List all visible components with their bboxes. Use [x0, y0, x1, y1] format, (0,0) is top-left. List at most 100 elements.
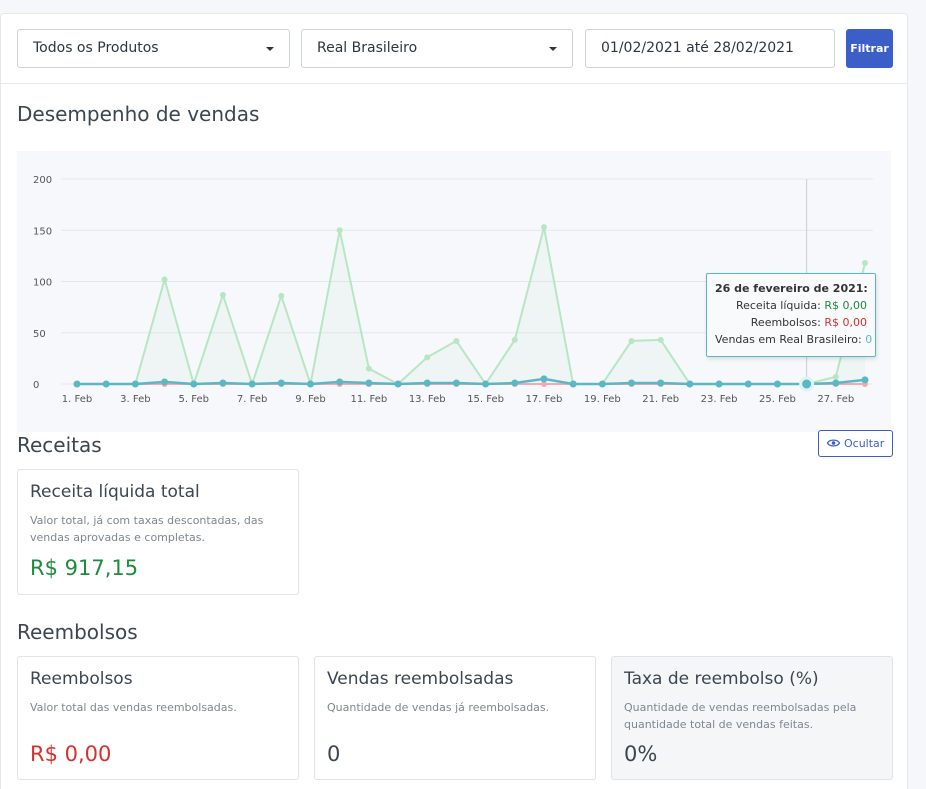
- revenue-section-title: Receitas: [17, 433, 102, 457]
- x-tick-label: 1. Feb: [62, 394, 92, 405]
- data-point: [628, 337, 635, 344]
- data-point: [161, 276, 168, 283]
- data-point: [832, 373, 839, 380]
- data-point: [540, 224, 547, 231]
- x-tick-label: 27. Feb: [817, 394, 854, 405]
- refunds-value: R$ 0,00: [30, 742, 112, 766]
- date-range-input[interactable]: 01/02/2021 até 28/02/2021: [585, 29, 835, 68]
- dashboard-panel: Todos os Produtos Real Brasileiro 01/02/…: [0, 13, 908, 789]
- data-point: [219, 379, 227, 387]
- x-tick-label: 13. Feb: [409, 394, 446, 405]
- x-tick-label: 19. Feb: [584, 394, 621, 405]
- data-point: [131, 380, 139, 388]
- refund-rate-card-description: Quantidade de vendas reembolsadas pela q…: [624, 701, 857, 731]
- refunded-sales-card-title: Vendas reembolsadas: [327, 669, 514, 689]
- refund-rate-value: 0%: [624, 742, 658, 766]
- x-tick-label: 3. Feb: [120, 394, 150, 405]
- net-revenue-card-description: Valor total, já com taxas descontadas, d…: [30, 514, 264, 544]
- data-point: [511, 336, 518, 343]
- data-point: [394, 380, 402, 388]
- data-point: [861, 376, 869, 384]
- data-point: [452, 379, 460, 387]
- data-point: [365, 379, 373, 387]
- tooltip-sales-label: Vendas em Real Brasileiro:: [715, 333, 862, 346]
- data-point: [598, 380, 606, 388]
- data-point: [423, 379, 431, 387]
- x-tick-label: 11. Feb: [350, 394, 387, 405]
- data-point: [278, 292, 285, 299]
- y-tick-label: 200: [33, 175, 52, 186]
- net-revenue-value: R$ 917,15: [30, 556, 139, 580]
- filter-bar: Todos os Produtos Real Brasileiro 01/02/…: [1, 14, 907, 84]
- data-point: [73, 380, 81, 388]
- data-point: [277, 379, 285, 387]
- data-point: [219, 291, 226, 298]
- eye-icon: [827, 439, 840, 447]
- data-point: [657, 379, 665, 387]
- y-tick-label: 50: [33, 329, 46, 340]
- data-point: [424, 354, 431, 361]
- data-point: [686, 380, 694, 388]
- data-point: [365, 365, 372, 372]
- product-select-value: Todos os Produtos: [33, 40, 159, 56]
- y-tick-label: 0: [33, 380, 39, 391]
- tooltip-net-revenue-value: R$ 0,00: [824, 299, 867, 312]
- data-point: [540, 375, 548, 383]
- refund-rate-card: Taxa de reembolso (%) Quantidade de vend…: [611, 656, 893, 780]
- x-tick-label: 15. Feb: [467, 394, 504, 405]
- x-tick-label: 7. Feb: [237, 394, 267, 405]
- tooltip-sales-value: 0: [865, 333, 873, 346]
- data-point: [306, 380, 314, 388]
- data-point: [715, 380, 723, 388]
- tooltip-refunds: Reembolsos: R$ 0,00: [715, 314, 867, 331]
- tooltip-refunds-label: Reembolsos:: [750, 316, 821, 329]
- data-point: [773, 380, 781, 388]
- chart-tooltip: 26 de fevereiro de 2021: Receita líquida…: [706, 273, 876, 357]
- net-revenue-card: Receita líquida total Valor total, já co…: [17, 469, 299, 595]
- hide-button-label: Ocultar: [844, 437, 885, 450]
- x-tick-label: 9. Feb: [295, 394, 325, 405]
- refunds-card: Reembolsos Valor total das vendas reembo…: [17, 656, 299, 780]
- data-point: [102, 380, 110, 388]
- data-point: [511, 379, 519, 387]
- x-tick-label: 21. Feb: [642, 394, 679, 405]
- refunds-card-description: Valor total das vendas reembolsadas.: [30, 701, 237, 714]
- data-point: [657, 336, 664, 343]
- refunds-section-title: Reembolsos: [17, 620, 138, 644]
- currency-select-value: Real Brasileiro: [317, 40, 418, 56]
- chevron-down-icon: [266, 47, 274, 51]
- tooltip-net-revenue-label: Receita líquida:: [735, 299, 821, 312]
- refunds-card-title: Reembolsos: [30, 669, 133, 689]
- net-revenue-card-title: Receita líquida total: [30, 482, 200, 502]
- x-tick-label: 25. Feb: [759, 394, 796, 405]
- refunded-sales-card-description: Quantidade de vendas já reembolsadas.: [327, 701, 550, 714]
- x-tick-label: 23. Feb: [701, 394, 738, 405]
- currency-select[interactable]: Real Brasileiro: [301, 29, 573, 68]
- data-point: [482, 380, 490, 388]
- data-point: [832, 379, 840, 387]
- data-point: [628, 379, 636, 387]
- product-select[interactable]: Todos os Produtos: [17, 29, 290, 68]
- tooltip-sales: Vendas em Real Brasileiro: 0: [715, 331, 872, 348]
- filter-button[interactable]: Filtrar: [846, 29, 893, 68]
- refunded-sales-value: 0: [327, 742, 341, 766]
- chevron-down-icon: [549, 47, 557, 51]
- sales-performance-title: Desempenho de vendas: [17, 102, 260, 126]
- hide-revenue-button[interactable]: Ocultar: [818, 430, 893, 457]
- highlight-point: [799, 376, 815, 392]
- data-point: [190, 380, 198, 388]
- y-tick-label: 150: [33, 226, 52, 237]
- data-point: [336, 378, 344, 386]
- data-point: [569, 380, 577, 388]
- refunded-sales-card: Vendas reembolsadas Quantidade de vendas…: [314, 656, 596, 780]
- data-point: [336, 227, 343, 234]
- x-tick-label: 17. Feb: [526, 394, 563, 405]
- tooltip-title: 26 de fevereiro de 2021:: [715, 282, 868, 295]
- data-point: [744, 380, 752, 388]
- x-tick-label: 5. Feb: [179, 394, 209, 405]
- tooltip-net-revenue: Receita líquida: R$ 0,00: [715, 297, 867, 314]
- data-point: [161, 378, 169, 386]
- refund-rate-card-title: Taxa de reembolso (%): [624, 669, 819, 689]
- data-point: [862, 260, 868, 267]
- y-tick-label: 100: [33, 278, 52, 289]
